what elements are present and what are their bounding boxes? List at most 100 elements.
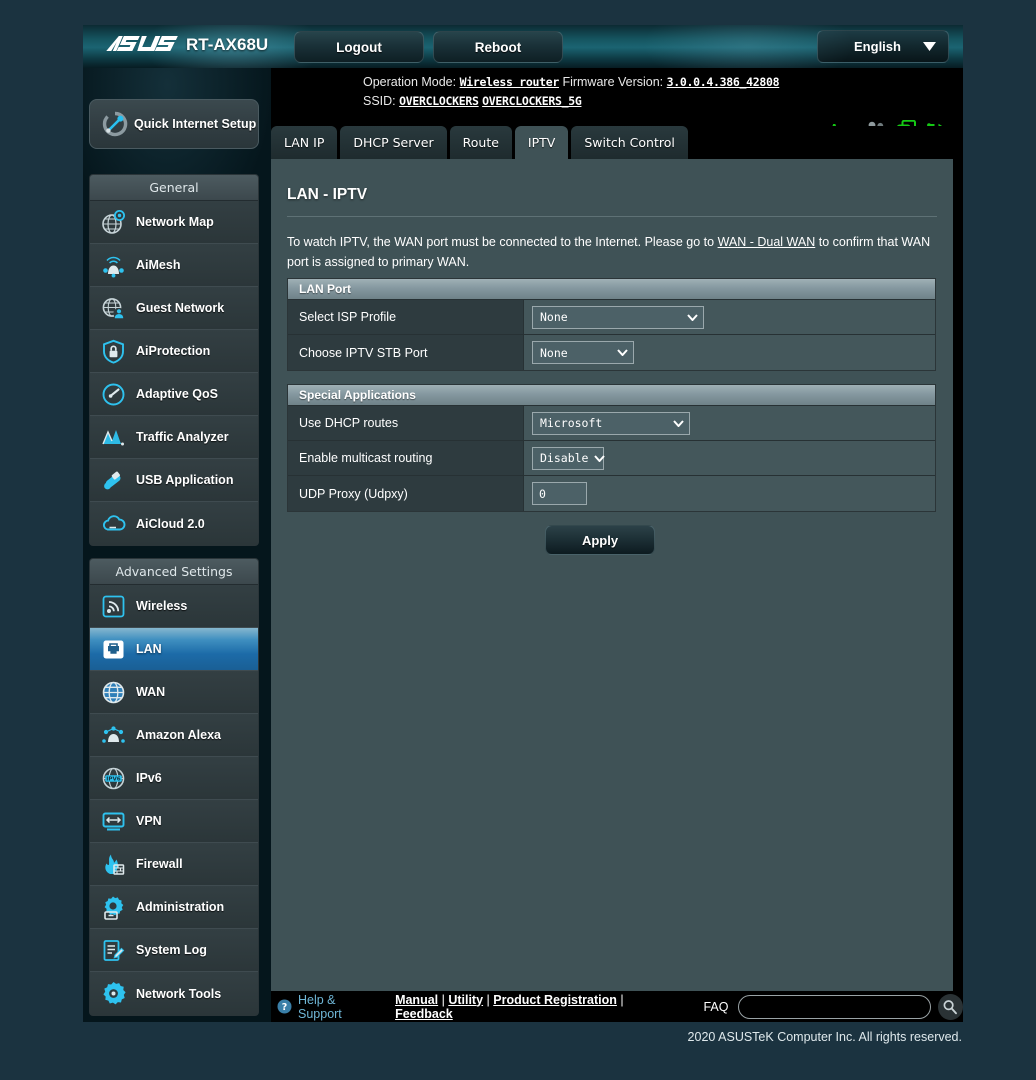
reboot-button[interactable]: Reboot [433,31,563,63]
sidebar-item-label: System Log [136,943,207,957]
sidebar-item-vpn[interactable]: VPN [90,800,258,843]
footer-area: ? Help & Support Manual | Utility | Prod… [271,991,964,1022]
chevron-down-icon [617,349,628,356]
ssid-value-24ghz[interactable]: OVERCLOCKERS [399,94,479,108]
isp-profile-select-value: None [540,310,568,324]
copyright-text: 2020 ASUSTeK Computer Inc. All rights re… [687,1030,962,1044]
svg-text:?: ? [282,1002,288,1013]
sidebar-advanced-heading: Advanced Settings [90,559,258,585]
sidebar-item-label: IPv6 [136,771,162,785]
quick-setup-icon [102,111,128,137]
sidebar-item-firewall[interactable]: Firewall [90,843,258,886]
speedometer-icon [90,382,136,407]
tab-lan-ip[interactable]: LAN IP [271,126,338,159]
feedback-link[interactable]: Feedback [395,1007,453,1021]
tab-iptv[interactable]: IPTV [514,126,569,159]
sidebar-item-label: USB Application [136,473,234,487]
wan-dual-wan-link[interactable]: WAN - Dual WAN [718,235,816,249]
usb-application-icon [90,468,136,493]
special-applications-section: Special Applications Use DHCP routes Mic… [287,384,936,512]
system-log-icon [90,938,136,963]
sidebar-item-label: Guest Network [136,301,225,315]
sidebar-item-system-log[interactable]: System Log [90,929,258,972]
left-sidebar: Quick Internet Setup General Network Map… [83,68,271,1022]
sidebar-item-adaptive-qos[interactable]: Adaptive QoS [90,373,258,416]
row-enable-multicast-routing: Enable multicast routing Disable [288,441,935,476]
manual-link[interactable]: Manual [395,993,438,1007]
sidebar-item-label: LAN [136,642,162,656]
ssid-value-5ghz[interactable]: OVERCLOCKERS_5G [482,94,582,108]
firmware-version-value[interactable]: 3.0.0.4.386_42808 [667,75,780,89]
faq-search-input[interactable] [738,994,931,1019]
sidebar-item-aicloud[interactable]: AiCloud 2.0 [90,502,258,545]
administration-gear-icon [90,895,136,920]
row-choose-iptv-stb-port: Choose IPTV STB Port None [288,335,935,370]
sidebar-item-aiprotection[interactable]: AiProtection [90,330,258,373]
sidebar-item-aimesh[interactable]: AiMesh [90,244,258,287]
svg-text:IPV6: IPV6 [106,776,121,782]
sidebar-item-label: WAN [136,685,166,699]
multicast-routing-select[interactable]: Disable [532,446,606,470]
faq-search-button[interactable] [937,993,964,1020]
row-value [524,476,935,511]
lan-port-icon [90,637,136,662]
sidebar-item-traffic-analyzer[interactable]: Traffic Analyzer [90,416,258,459]
tab-dhcp-server[interactable]: DHCP Server [340,126,447,159]
language-selector[interactable]: English [817,30,949,63]
product-registration-link[interactable]: Product Registration [493,993,617,1007]
sidebar-item-network-tools[interactable]: Network Tools [90,972,258,1015]
asus-wordmark-icon [106,36,178,51]
operation-mode-value[interactable]: Wireless router [460,75,560,89]
special-applications-section-heading: Special Applications [288,385,935,406]
sidebar-item-label: Firewall [136,857,183,871]
sidebar-item-usb-application[interactable]: USB Application [90,459,258,502]
sidebar-item-label: Amazon Alexa [136,728,221,742]
lan-port-section-heading: LAN Port [288,279,935,300]
sidebar-item-network-map[interactable]: Network Map [90,201,258,244]
sidebar-item-lan[interactable]: LAN [90,628,258,671]
sidebar-item-wan[interactable]: WAN [90,671,258,714]
search-icon [942,999,958,1015]
sidebar-item-wireless[interactable]: Wireless [90,585,258,628]
shield-lock-icon [90,339,136,364]
traffic-analyzer-icon [90,425,136,450]
sidebar-item-amazon-alexa[interactable]: Amazon Alexa [90,714,258,757]
chevron-down-icon [687,313,698,321]
firewall-flame-icon [90,852,136,877]
iptv-stb-port-select[interactable]: None [532,341,634,364]
network-tools-icon [90,981,136,1006]
apply-button[interactable]: Apply [545,525,655,555]
multicast-routing-select-value: Disable [540,451,589,465]
help-support-label[interactable]: Help & Support [298,993,380,1021]
language-selector-label: English [854,39,901,54]
faq-label: FAQ [703,999,729,1014]
tab-route[interactable]: Route [449,126,512,159]
chevron-down-icon [923,42,936,51]
lan-tab-bar: LAN IP DHCP Server Route IPTV Switch Con… [271,126,963,159]
utility-link[interactable]: Utility [448,993,483,1007]
sidebar-item-label: Administration [136,900,225,914]
row-select-isp-profile: Select ISP Profile None [288,300,935,335]
firmware-version-label: Firmware Version: [562,75,664,89]
guest-network-icon [90,296,136,321]
sidebar-item-ipv6[interactable]: IPV6 IPv6 [90,757,258,800]
page-title: LAN - IPTV [287,186,368,203]
sidebar-item-guest-network[interactable]: Guest Network [90,287,258,330]
sidebar-item-administration[interactable]: Administration [90,886,258,929]
udp-proxy-input[interactable] [532,482,587,505]
cloud-icon [90,511,136,536]
row-label: Enable multicast routing [288,441,524,475]
router-admin-page: RT-AX68U Logout Reboot English Operation… [0,0,1036,1080]
quick-internet-setup-button[interactable]: Quick Internet Setup [89,99,259,149]
ssid-line: SSID: OVERCLOCKERS OVERCLOCKERS_5G [363,94,582,108]
isp-profile-select[interactable]: None [532,305,704,329]
row-label: Select ISP Profile [288,300,524,334]
ipv6-icon: IPV6 [90,766,136,791]
dhcp-routes-select[interactable]: Microsoft [532,411,690,435]
logout-button[interactable]: Logout [294,31,424,63]
asus-logo [104,34,182,54]
sidebar-item-label: Traffic Analyzer [136,430,229,444]
footer-separator-3: | [616,992,624,1007]
content-panel: LAN - IPTV To watch IPTV, the WAN port m… [271,159,953,1007]
tab-switch-control[interactable]: Switch Control [571,126,688,159]
